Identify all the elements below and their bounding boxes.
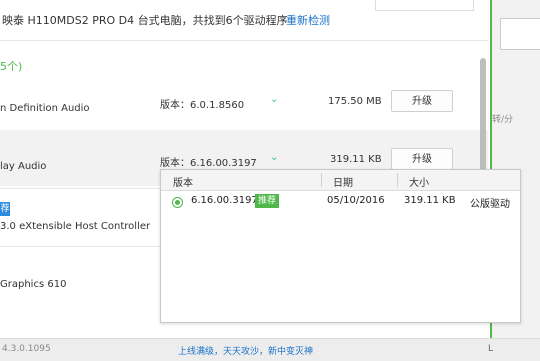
top-tab[interactable]: [375, 0, 474, 11]
right-panel-label: 转/分: [492, 115, 514, 125]
corner-icon: L: [488, 344, 494, 354]
column-size: 大小: [409, 178, 429, 189]
driver-name: n Definition Audio: [0, 103, 90, 114]
option-date: 05/10/2016: [327, 195, 385, 206]
column-separator: [397, 173, 398, 187]
status-bar: 4.3.0.1095 上线满级，天天攻沙，新中变灭神 L: [0, 338, 540, 361]
device-summary: 映泰 H110MDS2 PRO D4 台式电脑，共找到6个驱动程序: [2, 14, 288, 27]
redetect-link[interactable]: 重新检测: [286, 12, 330, 28]
driver-name: 3.0 eXtensible Host Controller: [0, 221, 151, 232]
side-button[interactable]: [500, 18, 540, 50]
upgrade-button[interactable]: 升级: [391, 90, 453, 112]
chevron-down-icon[interactable]: ⌄: [270, 152, 278, 163]
divider: [0, 40, 488, 41]
driver-version: 版本：6.16.00.3197: [160, 158, 257, 169]
upgrade-button[interactable]: 升级: [391, 148, 453, 170]
radio-selected-dot: [175, 200, 180, 205]
driver-count: 5个): [0, 60, 23, 73]
driver-name: Graphics 610: [0, 279, 67, 290]
option-version[interactable]: 6.16.00.3197: [191, 195, 258, 206]
chevron-down-icon[interactable]: ⌄: [270, 94, 278, 105]
recommend-badge: 推荐: [255, 194, 280, 208]
driver-version: 版本：6.0.1.8560: [160, 100, 245, 111]
version-radio[interactable]: [172, 197, 183, 208]
recommend-tag: 荐: [0, 202, 10, 216]
app-version: 4.3.0.1095: [2, 344, 51, 354]
column-separator: [321, 173, 322, 187]
column-date: 日期: [333, 178, 353, 189]
promo-link[interactable]: 上线满级，天天攻沙，新中变灭神: [178, 344, 313, 357]
driver-size: 175.50 MB: [328, 96, 382, 107]
driver-size: 319.11 KB: [330, 154, 382, 165]
version-dropdown[interactable]: 版本 日期 大小 6.16.00.3197 推荐 05/10/2016 319.…: [160, 169, 521, 323]
driver-name: lay Audio: [0, 161, 47, 172]
option-size: 319.11 KB: [404, 195, 456, 206]
column-version: 版本: [173, 178, 193, 189]
option-type: 公版驱动: [470, 199, 510, 210]
dropdown-header: 版本 日期 大小: [161, 170, 520, 191]
